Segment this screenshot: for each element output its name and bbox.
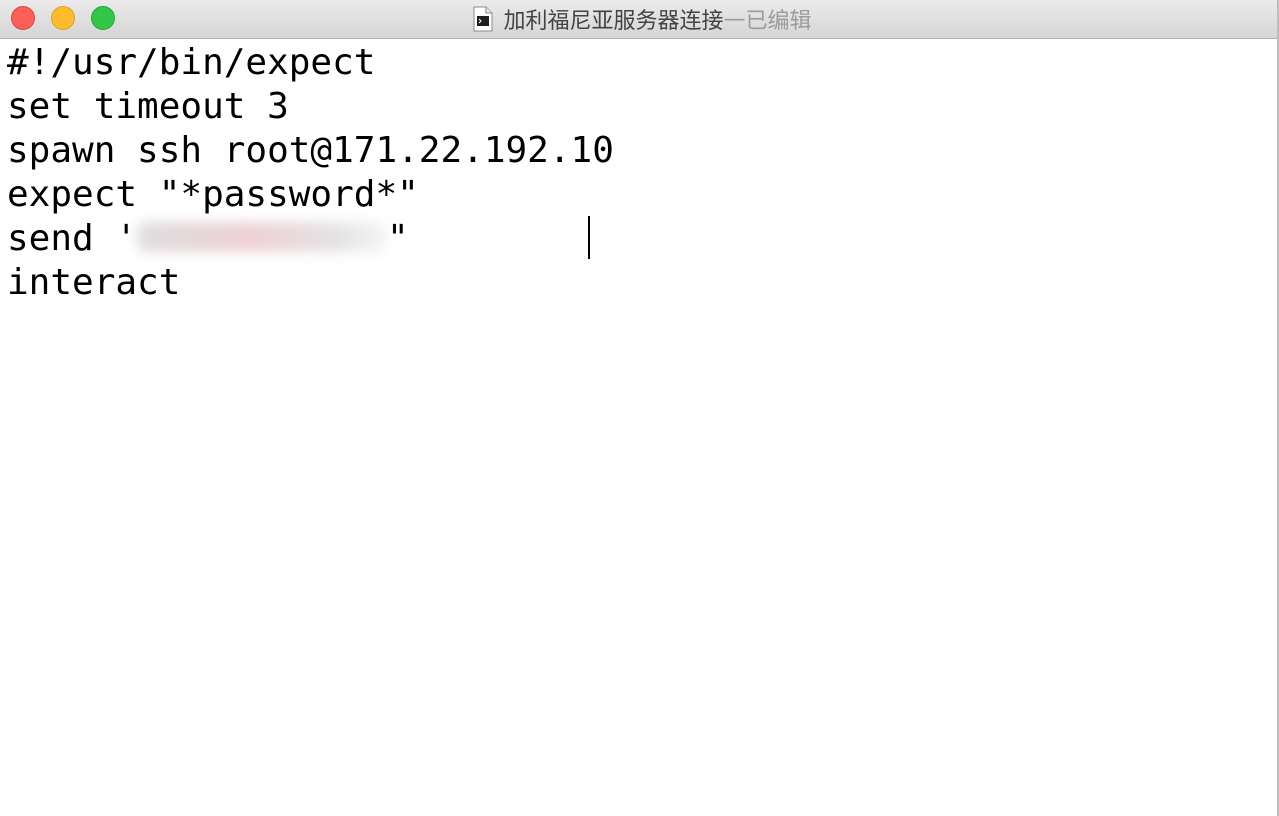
code-line-5-suffix: " [387, 218, 409, 259]
code-line-3[interactable]: spawn ssh root@171.22.192.10 [7, 129, 614, 173]
text-editing-area[interactable]: #!/usr/bin/expect set timeout 3 spawn ss… [0, 39, 1277, 816]
redacted-password [137, 222, 388, 252]
code-line-2[interactable]: set timeout 3 [7, 85, 289, 129]
code-line-6[interactable]: interact [7, 261, 180, 305]
document-name: 加利福尼亚服务器连接 [503, 9, 724, 34]
code-line-5-prefix: send ' [7, 218, 138, 259]
text-editor-window: 加利福尼亚服务器连接 — 已编辑 #!/usr/bin/expect set t… [0, 0, 1279, 816]
code-line-1[interactable]: #!/usr/bin/expect [7, 41, 375, 85]
window-title: 加利福尼亚服务器连接 — 已编辑 [0, 0, 1277, 38]
title-separator: — [723, 6, 746, 32]
code-line-5[interactable]: send ' " [7, 217, 409, 261]
title-bar[interactable]: 加利福尼亚服务器连接 — 已编辑 [0, 0, 1277, 39]
terminal-document-icon[interactable] [473, 6, 493, 32]
code-line-4[interactable]: expect "*password*" [7, 173, 419, 217]
text-cursor [588, 216, 590, 259]
edited-status: 已编辑 [745, 9, 812, 34]
